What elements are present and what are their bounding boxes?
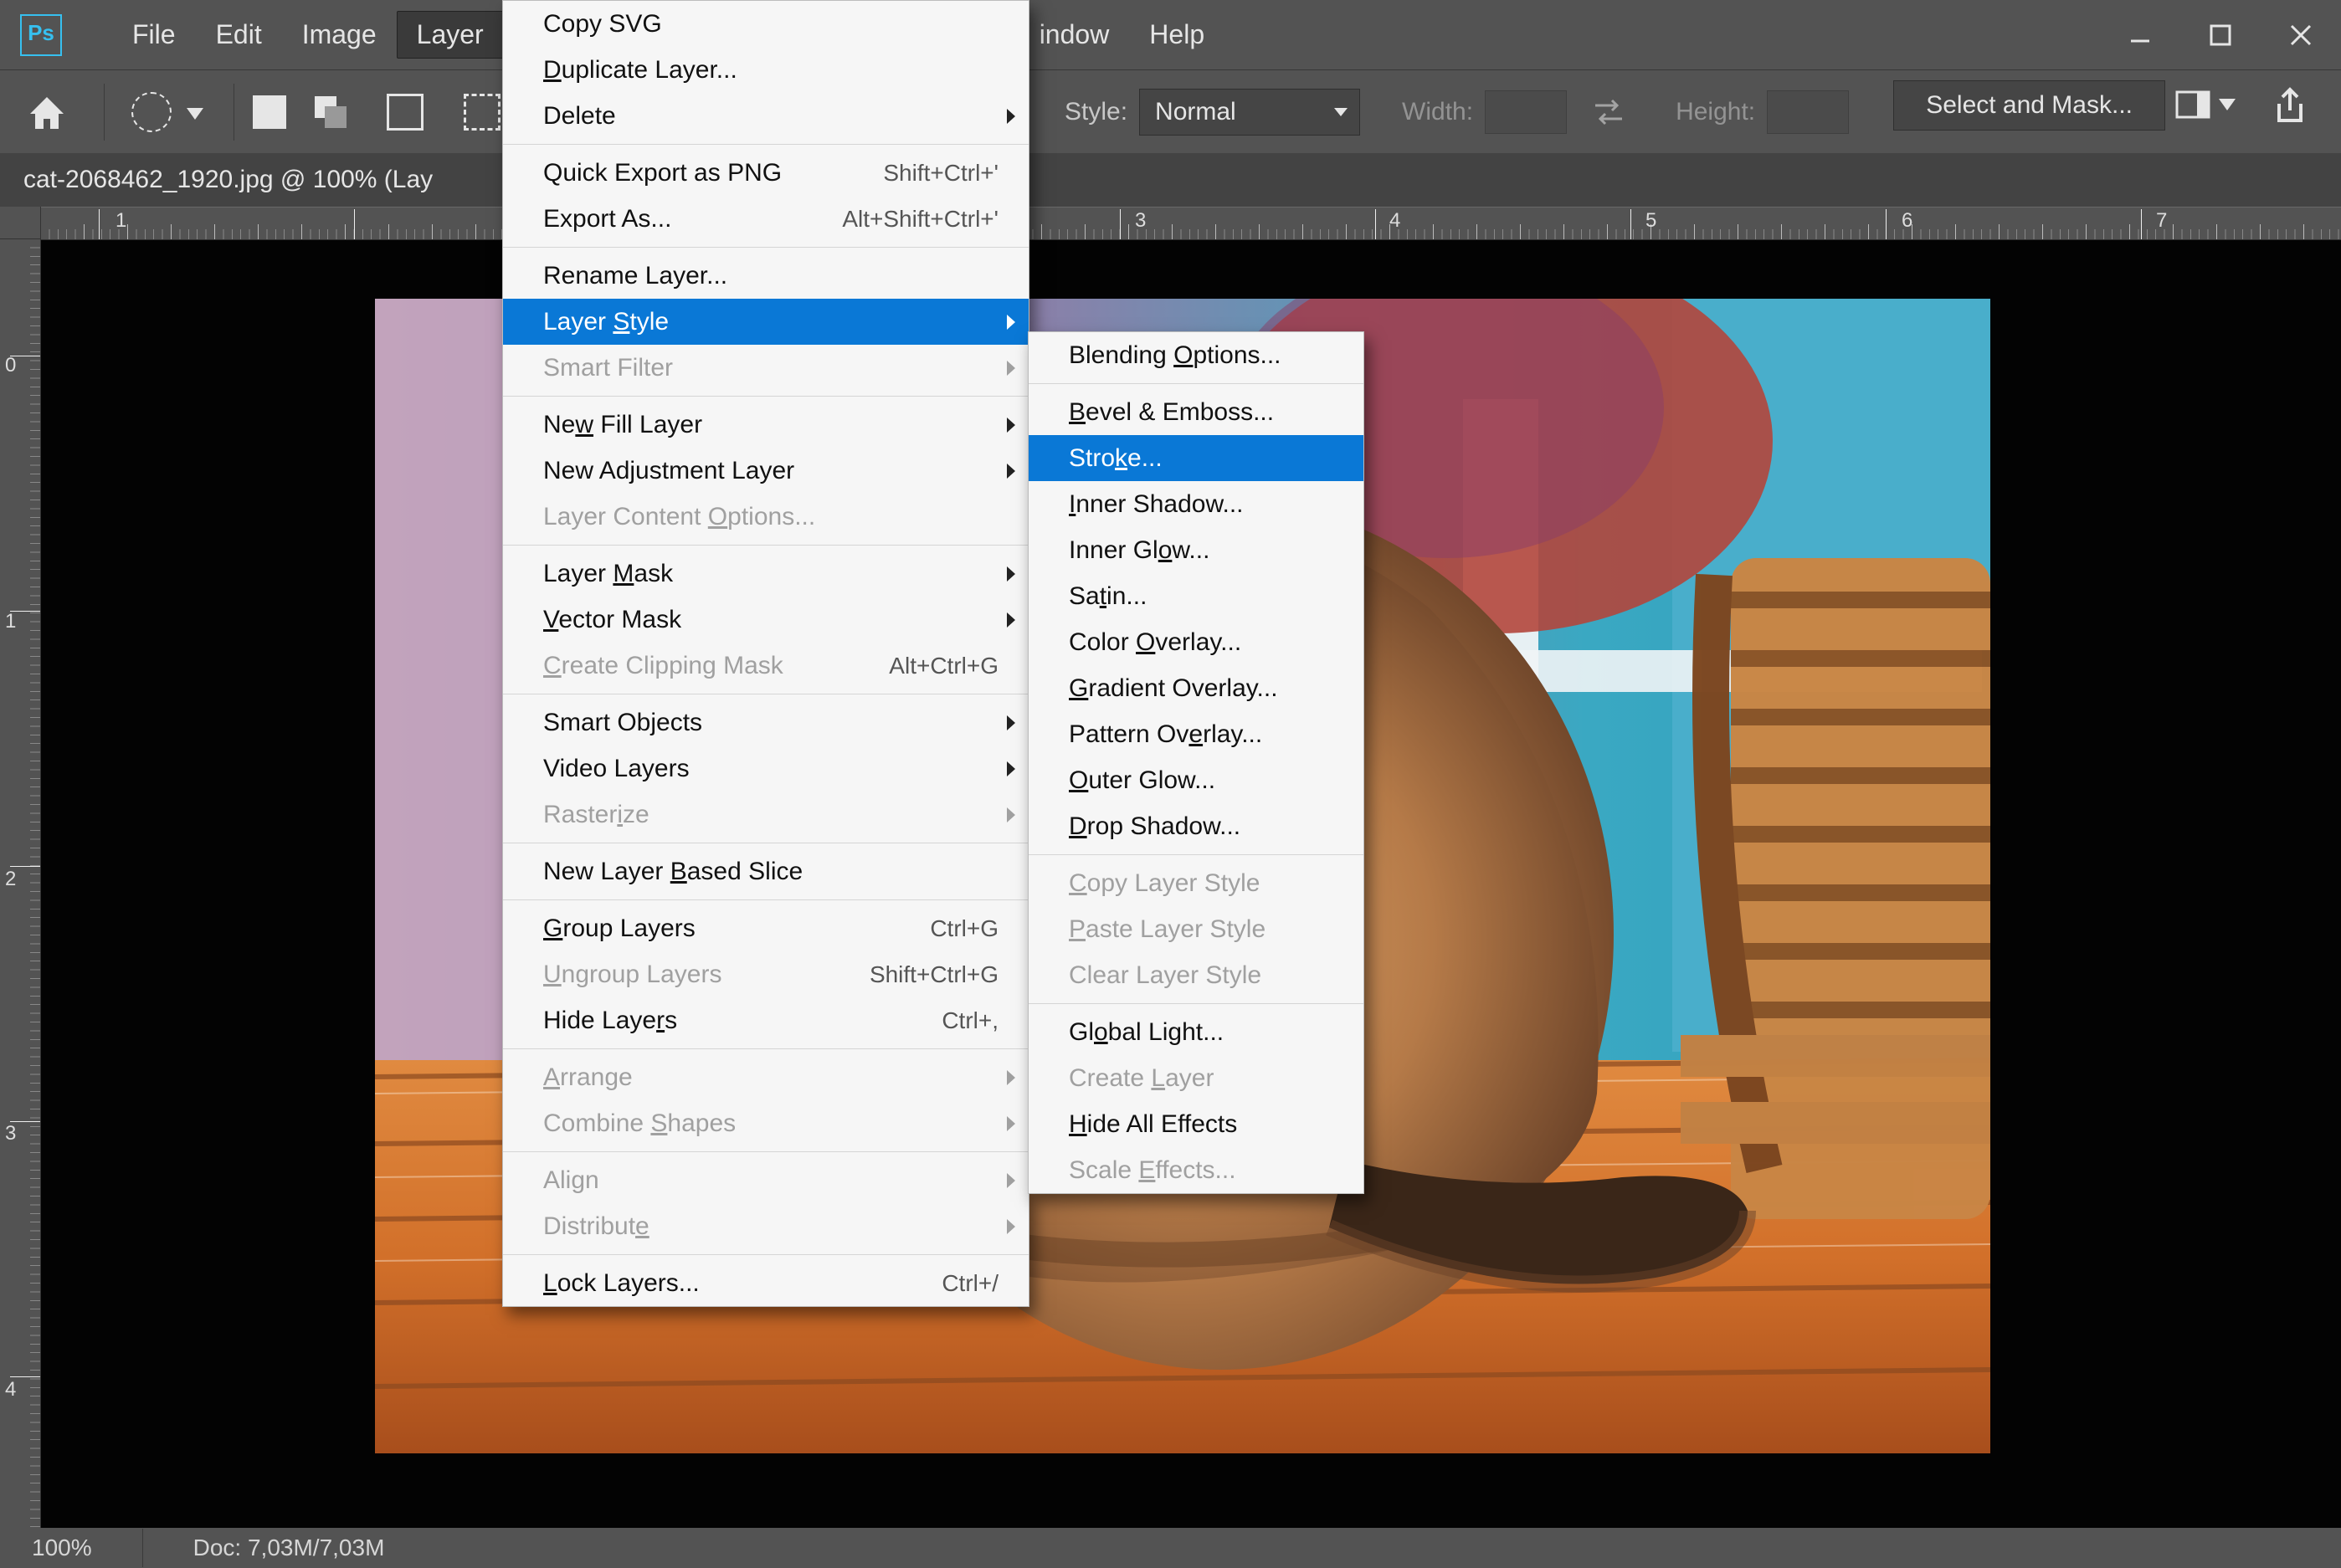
style-label: Style: <box>1065 98 1127 126</box>
layer-menu-item-layer-content-options: Layer Content Options... <box>503 494 1029 540</box>
new-selection-icon[interactable] <box>253 95 286 129</box>
layer-menu-item-rasterize: Rasterize <box>503 792 1029 838</box>
swap-dimensions-icon <box>1592 95 1625 129</box>
layer-style-item-color-overlay[interactable]: Color Overlay... <box>1029 619 1363 665</box>
layer-style-item-drop-shadow[interactable]: Drop Shadow... <box>1029 803 1363 849</box>
layer-menu-item-smart-objects[interactable]: Smart Objects <box>503 699 1029 746</box>
layer-style-item-gradient-overlay[interactable]: Gradient Overlay... <box>1029 665 1363 711</box>
layer-menu-item-create-clipping-mask: Create Clipping MaskAlt+Ctrl+G <box>503 643 1029 689</box>
style-dropdown[interactable]: Normal <box>1139 89 1360 136</box>
layer-menu-dropdown: Copy SVGDuplicate Layer...Delete Quick Ex… <box>502 0 1029 1307</box>
ruler-horizontal[interactable]: 1 3 4 5 6 7 <box>40 207 2341 240</box>
menu-image[interactable]: Image <box>282 11 397 59</box>
width-label: Width: <box>1402 98 1473 126</box>
layer-style-item-clear-layer-style: Clear Layer Style <box>1029 952 1363 998</box>
layer-menu-item-group-layers[interactable]: Group LayersCtrl+G <box>503 905 1029 951</box>
layer-menu-item-layer-style[interactable]: Layer Style <box>503 299 1029 345</box>
tool-preset-dropdown[interactable] <box>187 98 203 126</box>
layer-menu-item-export-as[interactable]: Export As...Alt+Shift+Ctrl+' <box>503 196 1029 242</box>
home-icon[interactable] <box>25 90 69 134</box>
layer-menu-item-layer-mask[interactable]: Layer Mask <box>503 551 1029 597</box>
layer-style-item-outer-glow[interactable]: Outer Glow... <box>1029 757 1363 803</box>
layer-style-item-copy-layer-style: Copy Layer Style <box>1029 860 1363 906</box>
main-menubar: Ps File Edit Image Layer indow Help <box>0 0 2341 69</box>
document-tab-label: cat-2068462_1920.jpg @ 100% (Lay <box>23 166 433 194</box>
menu-edit[interactable]: Edit <box>196 11 282 59</box>
height-input <box>1767 90 1849 134</box>
layer-menu-item-duplicate-layer[interactable]: Duplicate Layer... <box>503 47 1029 93</box>
maximize-button[interactable] <box>2180 0 2261 69</box>
layer-menu-item-new-adjustment-layer[interactable]: New Adjustment Layer <box>503 448 1029 494</box>
select-and-mask-button[interactable]: Select and Mask... <box>1893 80 2165 131</box>
layer-style-item-pattern-overlay[interactable]: Pattern Overlay... <box>1029 711 1363 757</box>
ruler-vertical[interactable]: 0 1 2 3 4 <box>0 238 41 1528</box>
layer-menu-item-delete[interactable]: Delete <box>503 93 1029 139</box>
layer-menu-item-quick-export-as-png[interactable]: Quick Export as PNGShift+Ctrl+' <box>503 150 1029 196</box>
layer-menu-item-rename-layer[interactable]: Rename Layer... <box>503 253 1029 299</box>
layer-style-item-blending-options[interactable]: Blending Options... <box>1029 332 1363 378</box>
layer-menu-item-arrange: Arrange <box>503 1054 1029 1100</box>
layer-style-item-inner-shadow[interactable]: Inner Shadow... <box>1029 481 1363 527</box>
layer-style-item-satin[interactable]: Satin... <box>1029 573 1363 619</box>
width-input <box>1485 90 1567 134</box>
status-bar: 100% Doc: 7,03M/7,03M <box>0 1528 2341 1568</box>
layer-menu-item-combine-shapes: Combine Shapes <box>503 1100 1029 1146</box>
layer-style-submenu: Blending Options... Bevel & Emboss...Stro… <box>1028 331 1364 1194</box>
layer-style-item-hide-all-effects[interactable]: Hide All Effects <box>1029 1101 1363 1147</box>
app-logo: Ps <box>20 14 62 56</box>
panel-options-icon[interactable] <box>2175 87 2236 122</box>
subtract-selection-icon[interactable] <box>387 94 424 131</box>
layer-menu-item-smart-filter: Smart Filter <box>503 345 1029 391</box>
layer-style-item-paste-layer-style: Paste Layer Style <box>1029 906 1363 952</box>
layer-style-item-scale-effects: Scale Effects... <box>1029 1147 1363 1193</box>
share-icon[interactable] <box>2271 87 2309 132</box>
layer-style-item-stroke[interactable]: Stroke... <box>1029 435 1363 481</box>
intersect-selection-icon[interactable] <box>464 94 501 131</box>
add-selection-icon[interactable] <box>315 96 347 128</box>
menu-file[interactable]: File <box>112 11 196 59</box>
ruler-corner <box>0 207 41 239</box>
options-bar: Style: Normal Width: Height: Select and … <box>0 69 2341 154</box>
layer-menu-item-vector-mask[interactable]: Vector Mask <box>503 597 1029 643</box>
layer-menu-item-align: Align <box>503 1157 1029 1203</box>
layer-menu-item-copy-svg[interactable]: Copy SVG <box>503 1 1029 47</box>
layer-menu-item-ungroup-layers: Ungroup LayersShift+Ctrl+G <box>503 951 1029 997</box>
doc-size[interactable]: Doc: 7,03M/7,03M <box>193 1535 385 1561</box>
layer-menu-item-video-layers[interactable]: Video Layers <box>503 746 1029 792</box>
document-tab[interactable]: cat-2068462_1920.jpg @ 100% (Lay <box>0 153 2341 208</box>
marquee-tool-icon[interactable] <box>131 92 172 132</box>
layer-style-item-inner-glow[interactable]: Inner Glow... <box>1029 527 1363 573</box>
layer-style-item-create-layer: Create Layer <box>1029 1055 1363 1101</box>
menu-layer[interactable]: Layer <box>397 11 504 59</box>
zoom-level[interactable]: 100% <box>32 1535 92 1561</box>
close-button[interactable] <box>2261 0 2341 69</box>
height-label: Height: <box>1676 98 1755 126</box>
layer-style-item-bevel-emboss[interactable]: Bevel & Emboss... <box>1029 389 1363 435</box>
layer-menu-item-new-fill-layer[interactable]: New Fill Layer <box>503 402 1029 448</box>
minimize-button[interactable] <box>2100 0 2180 69</box>
menu-window[interactable]: indow <box>1040 11 1130 59</box>
window-controls <box>2100 0 2341 69</box>
layer-menu-item-hide-layers[interactable]: Hide LayersCtrl+, <box>503 997 1029 1043</box>
layer-style-item-global-light[interactable]: Global Light... <box>1029 1009 1363 1055</box>
layer-menu-item-distribute: Distribute <box>503 1203 1029 1249</box>
layer-menu-item-new-layer-based-slice[interactable]: New Layer Based Slice <box>503 848 1029 894</box>
layer-menu-item-lock-layers[interactable]: Lock Layers...Ctrl+/ <box>503 1260 1029 1306</box>
menu-help[interactable]: Help <box>1129 11 1224 59</box>
